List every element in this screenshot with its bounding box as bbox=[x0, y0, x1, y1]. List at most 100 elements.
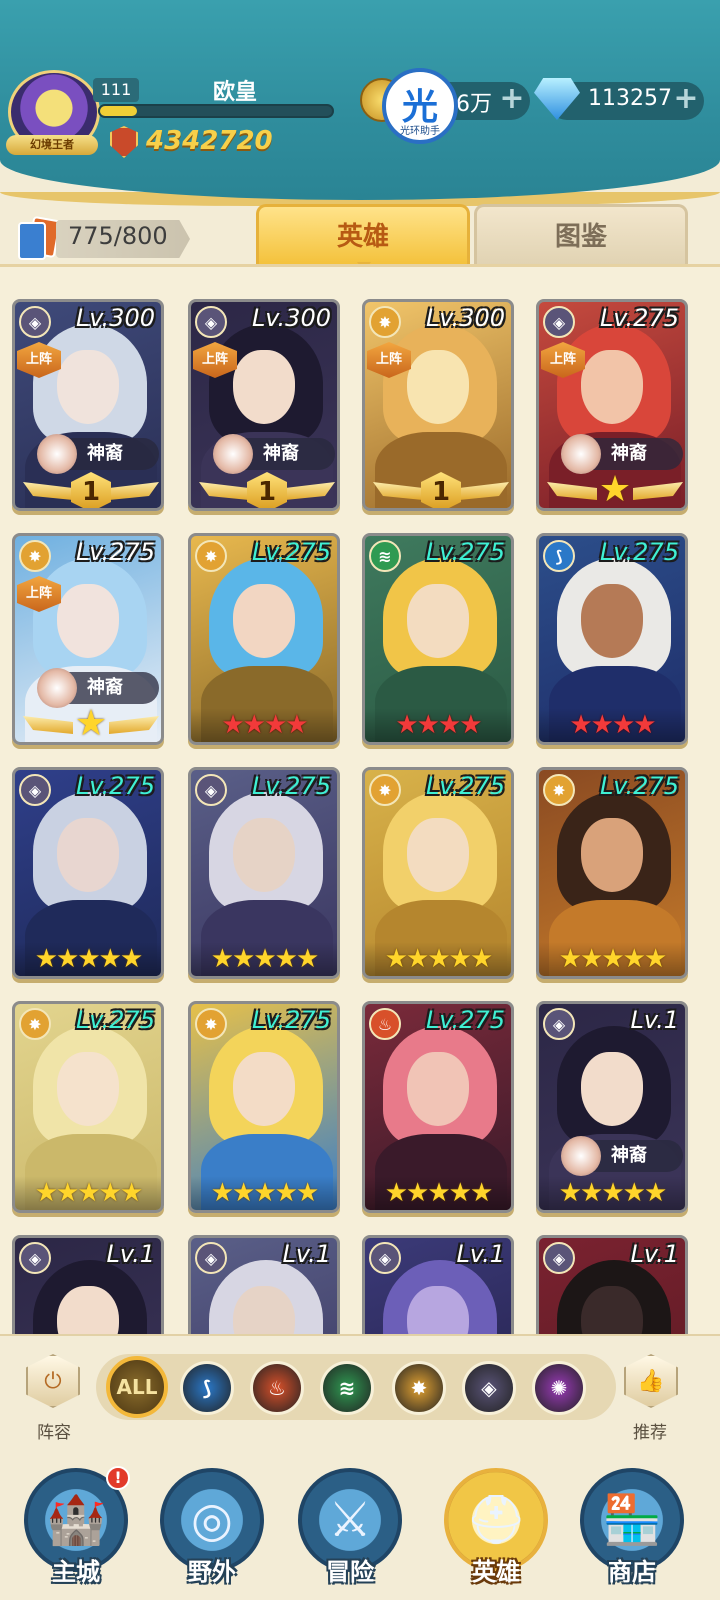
star-rating: ★★★★ bbox=[191, 708, 337, 742]
hero-cards-icon bbox=[14, 215, 62, 262]
nav-label: 主城 bbox=[52, 1558, 100, 1586]
add-gems-button[interactable]: + bbox=[672, 84, 700, 114]
hero-level: Lv.275 bbox=[75, 538, 155, 566]
divine-label: 神裔 bbox=[611, 1145, 647, 1166]
filter-fire-button[interactable]: ♨ bbox=[250, 1361, 304, 1415]
void-faction-icon: ◈ bbox=[481, 1376, 497, 1400]
hero-level: Lv.1 bbox=[630, 1240, 679, 1268]
awakening-rank-wings: ★ bbox=[547, 472, 683, 508]
water-faction-icon: ⟆ bbox=[202, 1376, 212, 1400]
void-faction-icon: ◈ bbox=[543, 1008, 575, 1040]
hero-card[interactable]: ◈ Lv.300 上阵 神裔 1 bbox=[188, 299, 340, 511]
divine-badge: 神裔 bbox=[561, 1136, 683, 1176]
awakening-rank: 1 bbox=[247, 472, 287, 508]
void-faction-icon: ◈ bbox=[369, 1242, 401, 1274]
hero-card[interactable]: ✸ Lv.300 上阵 1 bbox=[362, 299, 514, 511]
shop-icon: 🏪 bbox=[602, 1492, 662, 1548]
hero-card[interactable]: ✸ Lv.275 ★★★★★ bbox=[12, 1001, 164, 1213]
nature-faction-icon: ≋ bbox=[369, 540, 401, 572]
alert-badge: ! bbox=[106, 1466, 130, 1490]
hero-level: Lv.275 bbox=[425, 538, 505, 566]
void-faction-icon: ◈ bbox=[195, 774, 227, 806]
star-rating: ★★★★★ bbox=[539, 942, 685, 976]
hero-card[interactable]: ◈ Lv.275 上阵 神裔 ★ bbox=[536, 299, 688, 511]
nav-label: 野外 bbox=[188, 1558, 236, 1586]
add-gold-button[interactable]: + bbox=[498, 84, 526, 114]
star-rating: ★★★★★ bbox=[365, 1176, 511, 1210]
hero-level: Lv.275 bbox=[251, 1006, 331, 1034]
nature-faction-icon: ≋ bbox=[338, 1376, 356, 1400]
hero-level: Lv.275 bbox=[251, 772, 331, 800]
divine-icon bbox=[37, 668, 77, 708]
hero-card[interactable]: ≋ Lv.275 ★★★★ bbox=[362, 533, 514, 745]
recommend-button[interactable]: 👍 bbox=[618, 1352, 682, 1412]
hero-card[interactable]: ✸ Lv.275 ★★★★★ bbox=[536, 767, 688, 979]
divine-label: 神裔 bbox=[87, 443, 123, 464]
nav-label: 英雄 bbox=[472, 1558, 520, 1586]
assistant-button[interactable]: 光 光环助手 bbox=[382, 68, 458, 144]
tab-codex[interactable]: 图鉴 bbox=[474, 204, 688, 264]
light-faction-icon: ✸ bbox=[369, 774, 401, 806]
light-faction-icon: ✸ bbox=[19, 540, 51, 572]
hero-card[interactable]: ◈ Lv.1 bbox=[188, 1235, 340, 1334]
filter-nature-button[interactable]: ≋ bbox=[320, 1361, 374, 1415]
divine-icon bbox=[37, 434, 77, 474]
hero-card[interactable]: ♨ Lv.275 ★★★★★ bbox=[362, 1001, 514, 1213]
player-name: 欧皇 bbox=[212, 80, 257, 105]
hero-card[interactable]: ◈ Lv.275 ★★★★★ bbox=[188, 767, 340, 979]
star-rating: ★★★★★ bbox=[15, 1176, 161, 1210]
void-faction-icon: ◈ bbox=[19, 306, 51, 338]
star-icon: ★ bbox=[74, 703, 108, 744]
lineup-button[interactable]: ⏻ bbox=[20, 1352, 84, 1412]
nav-label: 冒险 bbox=[326, 1558, 374, 1586]
filter-all-button[interactable]: ALL bbox=[106, 1356, 168, 1418]
hero-card[interactable]: ◈ Lv.1 bbox=[536, 1235, 688, 1334]
hero-card[interactable]: ✸ Lv.275 ★★★★ bbox=[188, 533, 340, 745]
divine-icon bbox=[561, 434, 601, 474]
hero-level: Lv.275 bbox=[425, 1006, 505, 1034]
arcane-faction-icon: ✺ bbox=[550, 1376, 568, 1400]
xp-bar bbox=[98, 104, 334, 118]
nav-item-0[interactable]: 🏰 主城! bbox=[16, 1466, 140, 1600]
filter-arcane-button[interactable]: ✺ bbox=[532, 1361, 586, 1415]
hero-level: Lv.275 bbox=[599, 538, 679, 566]
void-faction-icon: ◈ bbox=[543, 306, 575, 338]
divine-badge: 神裔 bbox=[561, 434, 683, 474]
lineup-icon: ⏻ bbox=[26, 1354, 80, 1408]
tab-heroes[interactable]: 英雄 bbox=[256, 204, 470, 264]
hero-level: Lv.300 bbox=[425, 304, 505, 332]
fire-faction-icon: ♨ bbox=[268, 1376, 286, 1400]
avatar-title-ribbon: 幻境王者 bbox=[6, 135, 98, 155]
hero-level: Lv.275 bbox=[251, 538, 331, 566]
filter-void-button[interactable]: ◈ bbox=[462, 1361, 516, 1415]
nav-item-1[interactable]: ◎ 野外 bbox=[152, 1466, 276, 1600]
nav-item-3[interactable]: ⛑ 英雄 bbox=[436, 1466, 560, 1600]
hero-card[interactable]: ⟆ Lv.275 ★★★★ bbox=[536, 533, 688, 745]
helmet-icon: ⛑ bbox=[465, 1492, 527, 1548]
star-rating: ★★★★★ bbox=[15, 942, 161, 976]
void-faction-icon: ◈ bbox=[19, 1242, 51, 1274]
hero-card[interactable]: ✸ Lv.275 上阵 神裔 ★ bbox=[12, 533, 164, 745]
hero-card[interactable]: ◈ Lv.1 神裔 ★★★★★ bbox=[536, 1001, 688, 1213]
assistant-label: 光环助手 bbox=[400, 126, 440, 137]
nav-item-2[interactable]: ⚔ 冒险 bbox=[290, 1466, 414, 1600]
awakening-rank-wings: 1 bbox=[23, 472, 159, 508]
void-faction-icon: ◈ bbox=[19, 774, 51, 806]
hero-level: Lv.300 bbox=[251, 304, 331, 332]
hero-card[interactable]: ✸ Lv.275 ★★★★★ bbox=[362, 767, 514, 979]
awakening-rank-wings: 1 bbox=[373, 472, 509, 508]
hero-card[interactable]: ◈ Lv.1 bbox=[12, 1235, 164, 1334]
divine-badge: 神裔 bbox=[37, 434, 159, 474]
filter-light-button[interactable]: ✸ bbox=[392, 1361, 446, 1415]
hero-card[interactable]: ✸ Lv.275 ★★★★★ bbox=[188, 1001, 340, 1213]
divine-badge: 神裔 bbox=[37, 668, 159, 708]
star-rating: ★★★★ bbox=[539, 708, 685, 742]
hero-card[interactable]: ◈ Lv.275 ★★★★★ bbox=[12, 767, 164, 979]
filter-water-button[interactable]: ⟆ bbox=[180, 1361, 234, 1415]
hero-card[interactable]: ◈ Lv.300 上阵 神裔 1 bbox=[12, 299, 164, 511]
nav-item-4[interactable]: 🏪 商店 bbox=[572, 1466, 696, 1600]
hero-level: Lv.1 bbox=[282, 1240, 331, 1268]
light-faction-icon: ✸ bbox=[195, 540, 227, 572]
hero-card[interactable]: ◈ Lv.1 bbox=[362, 1235, 514, 1334]
hero-level: Lv.275 bbox=[599, 772, 679, 800]
